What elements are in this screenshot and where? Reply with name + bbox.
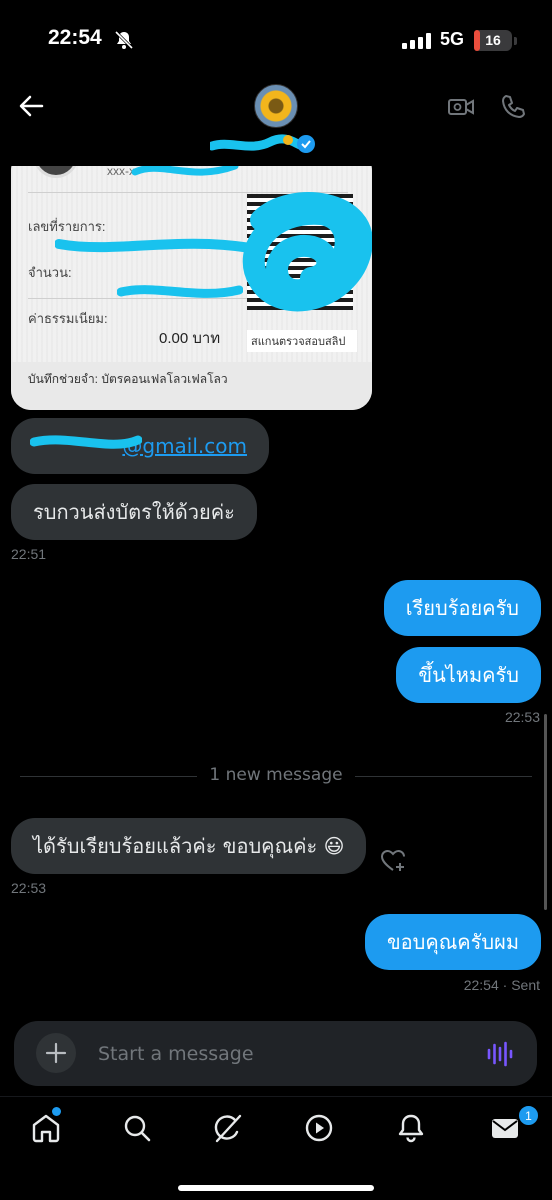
redacted-email-user — [30, 435, 142, 449]
message-bubble-outgoing[interactable]: ขึ้นไหมครับ — [396, 647, 541, 703]
audio-waveform-icon — [487, 1041, 513, 1067]
bottom-tab-bar: 1 — [0, 1096, 552, 1200]
messages-envelope-icon — [492, 1119, 518, 1138]
voice-message-button[interactable] — [486, 1041, 514, 1071]
message-timestamp-sent: 22:54 · Sent — [463, 977, 540, 993]
home-icon — [32, 1114, 60, 1143]
arrow-left-icon — [19, 95, 44, 117]
redacted-account — [131, 166, 239, 176]
message-bubble-incoming[interactable]: รบกวนส่งบัตรให้ด้วยค่ะ — [11, 484, 257, 540]
slip-fee-value: 0.00 บาท — [159, 330, 221, 347]
tab-grok[interactable] — [211, 1111, 245, 1145]
tab-messages[interactable] — [488, 1111, 522, 1145]
tab-notifications[interactable] — [394, 1111, 428, 1145]
scrollbar[interactable] — [544, 714, 547, 910]
video-play-icon — [305, 1114, 333, 1142]
conversation-header — [0, 80, 552, 166]
slip-memo: บันทึกช่วยจำ: บัตรคอนเฟลโลวเฟลโลว — [28, 372, 228, 386]
battery-tip — [514, 37, 517, 45]
cellular-signal-icon — [402, 33, 432, 53]
new-message-label: 1 new message — [20, 765, 532, 785]
new-message-divider: 1 new message — [20, 765, 532, 786]
heart-plus-icon — [380, 849, 405, 871]
status-bar: 22:54 5G 16 — [0, 0, 552, 80]
message-bubble-outgoing[interactable]: ขอบคุณครับผม — [364, 914, 541, 970]
video-camera-icon — [448, 99, 474, 115]
search-icon — [124, 1115, 151, 1142]
slip-amount-label: จำนวน: — [28, 265, 72, 280]
back-button[interactable] — [14, 88, 50, 124]
contact-avatar[interactable] — [254, 84, 298, 128]
transfer-slip-image[interactable]: xxx-x เลขที่รายการ: จำนวน: ค่าธรรมเนียม:… — [11, 166, 372, 410]
message-bubble-incoming[interactable]: ได้รับเรียบร้อยแล้วค่ะ ขอบคุณค่ะ 😃 — [11, 818, 367, 874]
battery-level: 16 — [485, 32, 501, 48]
home-new-dot — [52, 1107, 61, 1116]
message-bubble-outgoing[interactable]: เรียบร้อยครับ — [383, 580, 541, 636]
redacted-contact-name — [210, 134, 306, 151]
message-timestamp: 22:53 — [11, 880, 47, 896]
bell-muted-icon — [114, 30, 134, 54]
network-type: 5G — [440, 29, 465, 49]
video-call-button[interactable] — [446, 92, 476, 126]
plus-icon — [45, 1042, 67, 1064]
message-input[interactable] — [98, 1021, 458, 1086]
phone-icon — [502, 95, 525, 118]
redacted-transaction-id — [55, 238, 255, 253]
grok-icon — [214, 1114, 242, 1143]
slip-qr-caption: สแกนตรวจสอบสลิป — [247, 330, 357, 352]
voice-call-button[interactable] — [498, 92, 528, 126]
notifications-bell-icon — [398, 1114, 424, 1143]
add-reaction-button[interactable] — [378, 846, 408, 880]
slip-fee-label: ค่าธรรมเนียม: — [28, 311, 108, 326]
tab-home[interactable] — [29, 1111, 63, 1145]
message-timestamp: 22:53 — [504, 709, 540, 725]
message-timestamp: 22:51 — [11, 546, 47, 562]
battery-indicator: 16 — [474, 30, 512, 51]
redacted-amount — [117, 285, 243, 298]
tab-search[interactable] — [120, 1111, 154, 1145]
message-list[interactable]: xxx-x เลขที่รายการ: จำนวน: ค่าธรรมเนียม:… — [0, 166, 552, 1010]
tab-video[interactable] — [302, 1111, 336, 1145]
messages-unread-badge: 1 — [518, 1105, 539, 1126]
status-time: 22:54 — [48, 26, 102, 49]
new-message-text: 1 new message — [197, 765, 355, 785]
slip-bank-logo — [33, 166, 79, 178]
message-composer — [14, 1021, 537, 1086]
verified-badge-icon — [296, 134, 316, 158]
home-indicator — [178, 1185, 374, 1191]
redacted-qr — [242, 192, 372, 312]
add-attachment-button[interactable] — [36, 1033, 76, 1073]
